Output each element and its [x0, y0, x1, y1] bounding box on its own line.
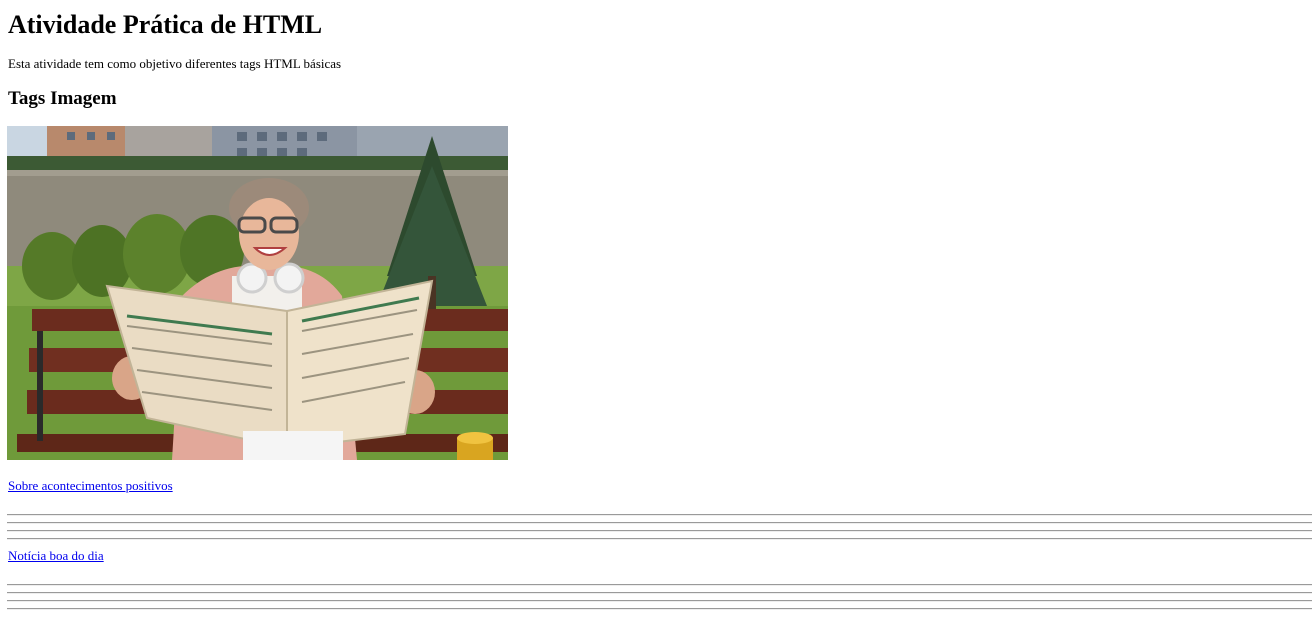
page: Atividade Prática de HTML Esta atividade… [0, 0, 1316, 623]
photo-illustration [7, 126, 508, 460]
horizontal-rule [7, 584, 1312, 586]
horizontal-rule [7, 514, 1312, 516]
horizontal-rule [7, 600, 1312, 602]
link-good-news-of-day[interactable]: Notícia boa do dia [8, 548, 104, 564]
photo-woman-newspaper [7, 126, 508, 460]
section-heading: Tags Imagem [8, 88, 117, 109]
horizontal-rule [7, 538, 1312, 540]
page-title: Atividade Prática de HTML [8, 10, 323, 39]
intro-paragraph: Esta atividade tem como objetivo diferen… [8, 56, 342, 71]
horizontal-rule [7, 530, 1312, 532]
link-positive-events[interactable]: Sobre acontecimentos positivos [8, 478, 173, 494]
horizontal-rule [7, 522, 1312, 524]
horizontal-rule [7, 592, 1312, 594]
horizontal-rule [7, 608, 1312, 610]
